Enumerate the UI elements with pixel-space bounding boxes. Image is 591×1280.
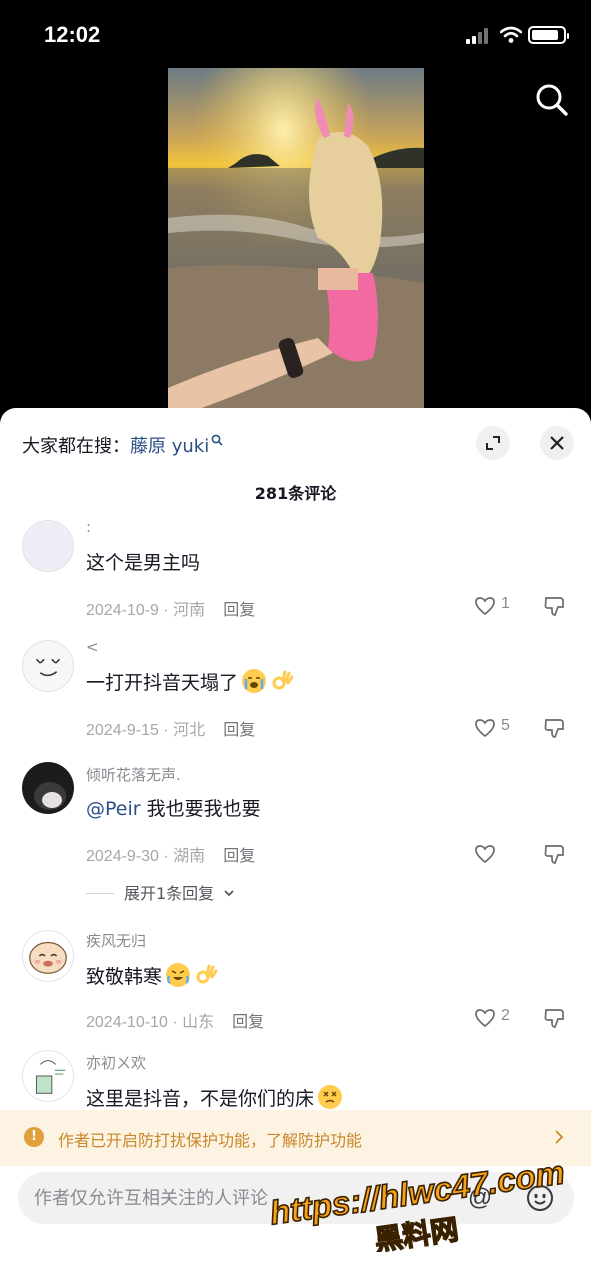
comment-date: 2024-10-9 — [86, 602, 159, 619]
heart-icon — [475, 1009, 495, 1028]
like-count: 5 — [501, 717, 510, 734]
warning-icon: ! — [24, 1127, 44, 1147]
rolling-laughing-face-icon — [166, 963, 191, 987]
status-time: 12:02 — [44, 22, 101, 47]
comment-date: 2024-9-15 — [86, 722, 159, 739]
loudly-crying-face-icon — [242, 669, 267, 693]
reply-button[interactable]: 回复 — [223, 720, 255, 739]
comment-meta: 2024-10-10 · 山东 回复 — [86, 1012, 265, 1031]
comment-text: @Peir 我也要我也要 — [86, 798, 261, 820]
dislike-icon[interactable] — [542, 1006, 568, 1030]
expand-replies-button[interactable]: 展开1条回复 — [86, 880, 235, 904]
comment-username[interactable]: 疾风无归 — [86, 930, 146, 951]
emoji-icon[interactable] — [526, 1184, 554, 1212]
trending-keyword[interactable]: 藤原 yuki — [130, 436, 209, 457]
dislike-icon[interactable] — [542, 716, 568, 740]
comment-username[interactable]: 亦初ㄨ欢 — [86, 1052, 146, 1073]
avatar[interactable] — [22, 930, 74, 982]
reply-button[interactable]: 回复 — [223, 846, 255, 865]
mention-link[interactable]: @Peir — [86, 798, 141, 820]
heart-icon — [475, 845, 495, 864]
dislike-icon[interactable] — [542, 594, 568, 618]
comment-input-bar: @ — [18, 1172, 574, 1224]
close-button[interactable] — [540, 426, 574, 460]
close-icon — [550, 436, 564, 450]
dislike-icon[interactable] — [542, 842, 568, 866]
avatar[interactable] — [22, 640, 74, 692]
comment-meta: 2024-9-15 · 河北 回复 — [86, 720, 256, 739]
ok-hand-icon — [270, 669, 294, 693]
comment-meta: 2024-10-9 · 河南 回复 — [86, 600, 256, 619]
video-thumbnail[interactable] — [168, 68, 424, 413]
comment-date: 2024-10-10 — [86, 1014, 168, 1031]
battery-level — [532, 30, 558, 40]
like-button[interactable]: 2 — [474, 1006, 524, 1030]
comment-text: 致敬韩寒 — [86, 962, 218, 989]
comment-date: 2024-9-30 — [86, 848, 159, 865]
comment-meta: 2024-9-30 · 湖南 回复 — [86, 846, 256, 865]
protection-notice[interactable]: ! 作者已开启防打扰保护功能，了解防护功能 — [0, 1110, 591, 1166]
wifi-icon — [500, 26, 522, 43]
heart-icon — [475, 719, 495, 738]
like-button[interactable]: 5 — [474, 716, 524, 740]
avatar[interactable] — [22, 1050, 74, 1102]
search-small-icon — [211, 434, 223, 446]
comment-location: 山东 — [182, 1014, 215, 1031]
comment-text: 这个是男主吗 — [86, 552, 201, 574]
comment-text: 这里是抖音，不是你们的床 — [86, 1084, 343, 1111]
comment-username[interactable]: 倾听花落无声. — [86, 764, 181, 785]
comment-count: 281条评论 — [254, 484, 337, 503]
expand-sheet-button[interactable] — [476, 426, 510, 460]
trending-search: 大家都在搜：藤原 yuki — [22, 432, 223, 458]
comment-input[interactable] — [34, 1172, 424, 1224]
heart-icon — [475, 597, 495, 616]
like-count: 2 — [501, 1007, 510, 1024]
trending-prefix: 大家都在搜： — [22, 436, 130, 457]
avatar[interactable] — [22, 762, 74, 814]
comment-username[interactable]: < — [86, 638, 99, 656]
chevron-down-icon — [224, 890, 234, 897]
comment-location: 河北 — [173, 722, 206, 739]
search-icon[interactable] — [532, 80, 572, 120]
ok-hand-icon — [194, 963, 218, 987]
status-bar: 12:02 — [0, 0, 591, 70]
comment-location: 河南 — [173, 602, 206, 619]
like-button[interactable]: 1 — [474, 594, 524, 618]
like-button[interactable] — [474, 842, 524, 866]
comment-username[interactable]: : — [86, 518, 91, 536]
battery-icon — [528, 26, 569, 44]
reply-button[interactable]: 回复 — [232, 1012, 264, 1031]
chevron-right-icon — [555, 1130, 564, 1144]
reply-button[interactable]: 回复 — [223, 600, 255, 619]
mention-button[interactable]: @ — [466, 1184, 494, 1212]
like-count: 1 — [501, 595, 510, 612]
expand-icon — [486, 436, 500, 450]
comment-location: 湖南 — [173, 848, 206, 865]
protection-notice-text: 作者已开启防打扰保护功能，了解防护功能 — [58, 1131, 363, 1150]
avatar[interactable] — [22, 520, 74, 572]
comment-text: 一打开抖音天塌了 — [86, 668, 294, 695]
comment-sheet: 大家都在搜：藤原 yuki 281条评论 : 这个是男主吗 2024-10-9 … — [0, 408, 591, 1280]
cellular-signal-icon — [466, 28, 494, 44]
dizzy-face-icon — [318, 1085, 343, 1109]
